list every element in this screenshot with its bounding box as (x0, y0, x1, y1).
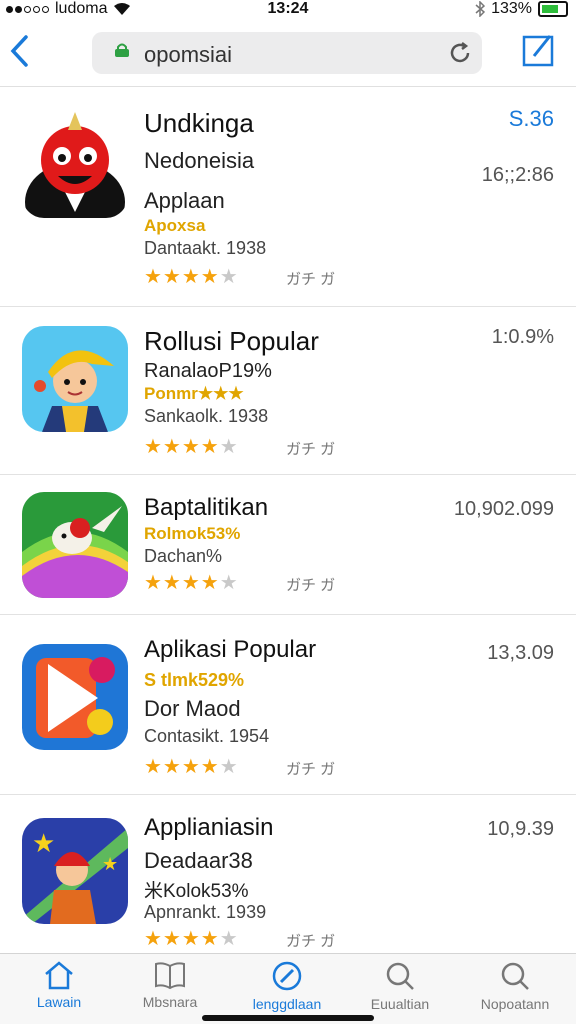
price-button[interactable]: 1:0.9% (492, 326, 554, 349)
app-category: Dor Maod (144, 696, 241, 721)
chevron-left-icon (10, 35, 28, 67)
tab-bar: Lawain Mbsnara lenggdlaan Euualtian Nopo… (0, 953, 576, 1024)
svg-text:★: ★ (32, 829, 55, 859)
app-subtitle: Deadaar38 (144, 848, 253, 873)
app-row[interactable]: Undkinga Nedoneisia Applaan Apoxsa Danta… (0, 88, 576, 307)
tab-home[interactable]: Lawain (4, 960, 114, 1010)
tab-label: Lawain (36, 994, 82, 1010)
app-icon-play (22, 644, 128, 750)
search-icon (386, 962, 414, 990)
app-meta: Sankaolk. 1938 (144, 406, 269, 426)
tab-library[interactable]: Mbsnara (115, 960, 225, 1010)
rating-stars: ★★★★★ (144, 928, 239, 950)
rating-stars: ★★★★★ (144, 756, 239, 778)
app-icon-devil (22, 112, 128, 218)
app-subtitle: RanalaoP19% (144, 360, 272, 382)
price-button[interactable]: 10,902.099 (454, 498, 554, 521)
tab-search[interactable]: Euualtian (345, 960, 455, 1012)
tab-updates[interactable]: Nopoatann (460, 960, 570, 1012)
app-icon-character (22, 326, 128, 432)
home-indicator[interactable] (202, 1015, 374, 1021)
app-tag: ガチ ガ (286, 577, 336, 594)
app-meta: Apnrankt. 1939 (144, 902, 267, 922)
app-title: Undkinga (144, 108, 254, 138)
app-category: Applaan (144, 188, 225, 213)
price-button[interactable]: 10,9.39 (487, 818, 554, 841)
rating-stars: ★★★★★ (144, 436, 239, 458)
app-title: Applianiasin (144, 814, 274, 841)
search-icon (501, 962, 529, 990)
tab-label: Mbsnara (142, 994, 198, 1010)
app-note: Ponmr★★★ (144, 384, 244, 403)
app-note: 米Kolok53% (144, 881, 249, 902)
price-button[interactable]: 13,3.09 (487, 642, 554, 665)
price-button[interactable]: S.36 (509, 106, 554, 132)
address-bar[interactable]: opomsiai (92, 32, 482, 74)
app-title: Baptalitikan (144, 494, 269, 521)
reload-icon[interactable] (448, 41, 472, 65)
lock-icon (115, 43, 129, 57)
compass-icon (272, 961, 302, 991)
tab-label: Nopoatann (480, 996, 550, 1012)
rating-stars: ★★★★★ (144, 572, 239, 594)
tab-explore[interactable]: lenggdlaan (232, 960, 342, 1012)
app-tag: ガチ ガ (286, 933, 336, 950)
app-row[interactable]: Aplikasi Popular S tlmk529% Dor Maod Con… (0, 614, 576, 795)
tab-label: lenggdlaan (252, 996, 322, 1012)
app-title: Aplikasi Popular (144, 636, 317, 663)
rating-stars: ★★★★★ (144, 266, 239, 288)
app-subtitle: Rolmok53% (144, 524, 241, 543)
app-meta: Dantaakt. 1938 (144, 238, 267, 258)
app-row[interactable]: Rollusi Popular RanalaoP19% Ponmr★★★ San… (0, 306, 576, 475)
svg-text:★: ★ (102, 854, 118, 875)
app-row[interactable]: ★ ★ Applianiasin Deadaar38 米Kolok53% Apn… (0, 794, 576, 954)
app-icon-rabbit (22, 492, 128, 598)
app-title: Rollusi Popular (144, 326, 319, 356)
app-note: Apoxsa (144, 216, 206, 235)
edit-icon[interactable] (522, 34, 556, 68)
back-button[interactable] (8, 34, 32, 70)
status-right: 133% (475, 0, 568, 18)
app-subtitle: S tlmk529% (144, 670, 245, 690)
navigation-bar: opomsiai (0, 22, 576, 87)
app-meta: Contasikt. 1954 (144, 726, 270, 746)
app-meta: Dachan% (144, 546, 223, 566)
app-row[interactable]: Baptalitikan Rolmok53% Dachan% ★★★★★ ガチ … (0, 474, 576, 615)
book-icon (155, 962, 185, 990)
battery-percent: 133% (491, 0, 532, 17)
home-icon (45, 961, 73, 990)
battery-icon (538, 1, 568, 17)
tab-label: Euualtian (370, 996, 430, 1012)
app-tag: ガチ ガ (286, 441, 336, 458)
app-tag: ガチ ガ (286, 761, 336, 778)
url-text: opomsiai (144, 42, 233, 67)
app-tag: ガチ ガ (286, 271, 336, 288)
app-count: 16;;2:86 (481, 164, 554, 186)
app-icon-star-hero: ★ ★ (22, 818, 128, 924)
bluetooth-icon (475, 1, 486, 17)
status-bar: ludoma 13:24 133% (0, 0, 576, 20)
app-subtitle: Nedoneisia (144, 148, 255, 173)
